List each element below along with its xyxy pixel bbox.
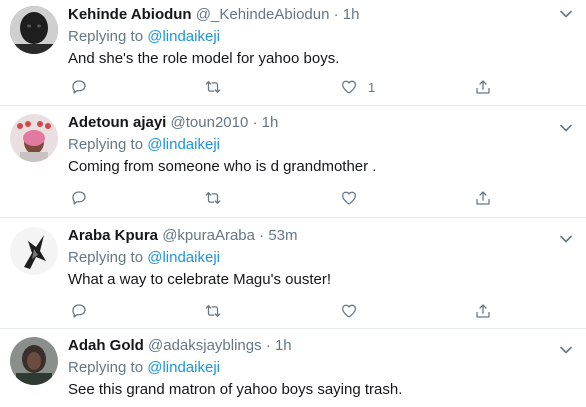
avatar-image (10, 114, 58, 162)
tweet-item[interactable]: Adah Gold @adaksjayblings · 1h Replying … (0, 329, 586, 407)
user-handle[interactable]: @adaksjayblings (148, 337, 262, 354)
share-icon (476, 304, 490, 318)
separator-dot: · (259, 227, 265, 244)
tweet-text: Coming from someone who is d grandmother… (68, 158, 377, 175)
retweet-button[interactable] (204, 77, 222, 97)
replying-to-label: Replying to (68, 28, 144, 45)
reply-feed: Kehinde Abiodun @_KehindeAbiodun · 1h Re… (0, 0, 586, 407)
reply-icon (72, 304, 86, 318)
replying-to-label: Replying to (68, 249, 144, 266)
mention-link[interactable]: @lindaikeji (147, 28, 220, 45)
tweet-item[interactable]: Adetoun ajayi @toun2010 · 1h Replying to… (0, 106, 586, 218)
like-count: 1 (368, 79, 376, 95)
tweet-text: See this grand matron of yahoo boys sayi… (68, 381, 403, 398)
like-button[interactable]: 1 (340, 77, 375, 97)
timestamp[interactable]: 53m (268, 227, 297, 244)
share-button[interactable] (474, 188, 492, 208)
tweet-item[interactable]: Kehinde Abiodun @_KehindeAbiodun · 1h Re… (0, 0, 586, 106)
chevron-down-icon[interactable] (560, 10, 572, 18)
heart-icon (341, 80, 357, 94)
tweet-item[interactable]: Araba Kpura @kpuraAraba · 53m Replying t… (0, 218, 586, 329)
separator-dot: · (333, 6, 339, 23)
user-handle[interactable]: @_KehindeAbiodun (196, 6, 330, 23)
replying-to-label: Replying to (68, 359, 144, 376)
tweet-header: Araba Kpura @kpuraAraba · 53m (68, 226, 576, 246)
tweet-actions (68, 301, 508, 321)
display-name[interactable]: Adah Gold (68, 337, 144, 354)
share-button[interactable] (474, 77, 492, 97)
replying-to: Replying to @lindaikeji (68, 27, 576, 47)
heart-icon (341, 304, 357, 318)
separator-dot: · (252, 114, 258, 131)
share-icon (476, 80, 490, 94)
user-handle[interactable]: @kpuraAraba (162, 227, 255, 244)
tweet-header: Adah Gold @adaksjayblings · 1h (68, 336, 576, 356)
reply-icon (72, 191, 86, 205)
chevron-down-icon[interactable] (560, 346, 572, 354)
separator-dot: · (265, 337, 271, 354)
reply-button[interactable] (70, 301, 88, 321)
timestamp[interactable]: 1h (343, 6, 360, 23)
display-name[interactable]: Araba Kpura (68, 227, 158, 244)
heart-icon (341, 191, 357, 205)
mention-link[interactable]: @lindaikeji (147, 136, 220, 153)
chevron-down-icon[interactable] (560, 235, 572, 243)
replying-to: Replying to @lindaikeji (68, 358, 576, 378)
timestamp[interactable]: 1h (262, 114, 279, 131)
avatar-image (10, 337, 58, 385)
avatar[interactable] (10, 227, 58, 275)
avatar[interactable] (10, 6, 58, 54)
avatar-image (10, 227, 58, 275)
share-icon (476, 191, 490, 205)
tweet-header: Adetoun ajayi @toun2010 · 1h (68, 113, 576, 133)
avatar[interactable] (10, 114, 58, 162)
replying-to: Replying to @lindaikeji (68, 135, 576, 155)
reply-button[interactable] (70, 77, 88, 97)
reply-icon (72, 80, 86, 94)
share-button[interactable] (474, 301, 492, 321)
replying-to: Replying to @lindaikeji (68, 248, 576, 268)
display-name[interactable]: Adetoun ajayi (68, 114, 166, 131)
chevron-down-icon[interactable] (560, 124, 572, 132)
reply-button[interactable] (70, 188, 88, 208)
user-handle[interactable]: @toun2010 (171, 114, 249, 131)
retweet-button[interactable] (204, 301, 222, 321)
retweet-icon (205, 192, 221, 204)
like-button[interactable] (340, 301, 358, 321)
tweet-header: Kehinde Abiodun @_KehindeAbiodun · 1h (68, 5, 576, 25)
avatar[interactable] (10, 337, 58, 385)
mention-link[interactable]: @lindaikeji (147, 249, 220, 266)
like-button[interactable] (340, 188, 358, 208)
display-name[interactable]: Kehinde Abiodun (68, 6, 192, 23)
tweet-text: What a way to celebrate Magu's ouster! (68, 271, 331, 288)
retweet-button[interactable] (204, 188, 222, 208)
retweet-icon (205, 81, 221, 93)
avatar-image (10, 6, 58, 54)
retweet-icon (205, 305, 221, 317)
tweet-text: And she's the role model for yahoo boys. (68, 50, 340, 67)
timestamp[interactable]: 1h (275, 337, 292, 354)
replying-to-label: Replying to (68, 136, 144, 153)
tweet-actions: 1 (68, 77, 508, 97)
tweet-actions (68, 188, 508, 208)
mention-link[interactable]: @lindaikeji (147, 359, 220, 376)
